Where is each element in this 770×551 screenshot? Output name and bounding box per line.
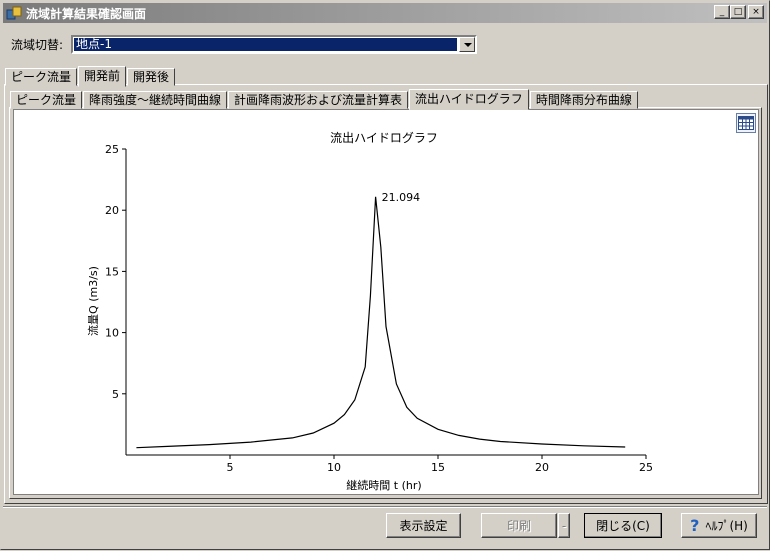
- close-button[interactable]: 閉じる(C): [584, 513, 662, 538]
- help-icon: ?: [690, 516, 700, 535]
- x-tick-label: 10: [327, 461, 341, 474]
- x-tick-label: 20: [535, 461, 549, 474]
- help-button-label: ﾍﾙﾌﾟ(H): [705, 519, 748, 533]
- chart-title: 流出ハイドログラフ: [330, 131, 438, 145]
- peak-value-label: 21.094: [382, 191, 421, 204]
- bottom-separator: [3, 506, 767, 508]
- y-tick-label: 5: [112, 388, 119, 401]
- tab-runoff-hydrograph[interactable]: 流出ハイドログラフ: [409, 89, 529, 110]
- y-tick-label: 25: [105, 143, 119, 156]
- help-button[interactable]: ? ﾍﾙﾌﾟ(H): [681, 513, 757, 538]
- x-tick-label: 25: [639, 461, 653, 474]
- tab-before-development[interactable]: 開発前: [78, 66, 127, 87]
- main-window: 流域計算結果確認画面 _ □ × 流域切替: 地点-1 ピーク流量 開発前 開発…: [0, 0, 770, 550]
- x-tick-label: 5: [227, 461, 234, 474]
- print-button[interactable]: 印刷: [481, 513, 557, 538]
- y-tick-label: 15: [105, 265, 119, 278]
- x-axis-label: 継続時間 t (hr): [346, 478, 421, 492]
- y-axis-label: 流量Q (m3/s): [86, 266, 100, 336]
- hydrograph-series-line: [136, 196, 626, 449]
- display-settings-button[interactable]: 表示設定: [386, 513, 461, 538]
- y-tick-label: 20: [105, 204, 119, 217]
- print-dropdown-button[interactable]: -: [558, 513, 570, 538]
- x-tick-label: 15: [431, 461, 445, 474]
- y-tick-label: 10: [105, 327, 119, 340]
